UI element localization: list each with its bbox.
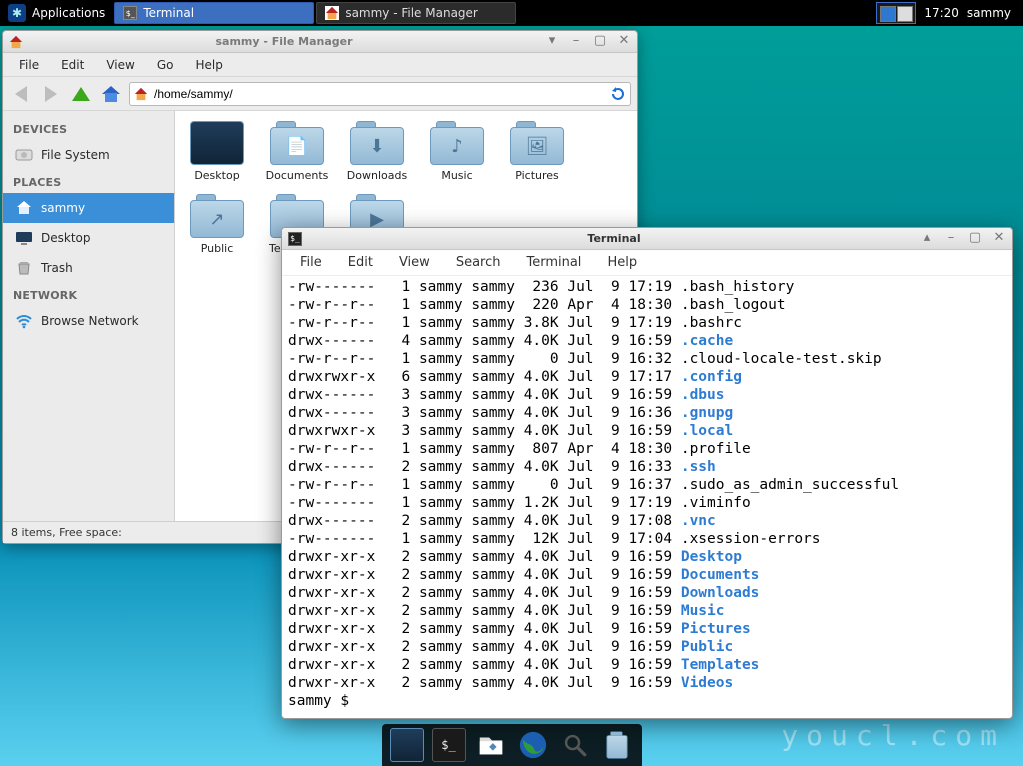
user-menu[interactable]: sammy bbox=[967, 6, 1015, 20]
workspace-switcher[interactable] bbox=[876, 2, 916, 24]
terminal-window: $_ Terminal ▴ – ▢ ✕ FileEditViewSearchTe… bbox=[281, 227, 1013, 719]
term-close-button[interactable]: ✕ bbox=[992, 232, 1006, 246]
dock-home-folder[interactable] bbox=[600, 728, 634, 762]
fm-menu-go[interactable]: Go bbox=[147, 56, 184, 74]
fm-close-button[interactable]: ✕ bbox=[617, 35, 631, 49]
folder-icon: 📄 bbox=[270, 121, 324, 165]
wifi-icon bbox=[15, 312, 33, 330]
bottom-dock: $_ bbox=[382, 724, 642, 766]
taskbar-item-label: Terminal bbox=[143, 6, 194, 20]
sidebar-item-label: Desktop bbox=[41, 231, 91, 245]
folder-icon: 🖼 bbox=[510, 121, 564, 165]
term-title: Terminal bbox=[308, 232, 920, 245]
term-menu-edit[interactable]: Edit bbox=[336, 252, 385, 273]
xfce-logo-icon: ✱ bbox=[8, 4, 26, 22]
term-menu-help[interactable]: Help bbox=[595, 252, 649, 273]
sidebar-item-label: Trash bbox=[41, 261, 73, 275]
applications-label: Applications bbox=[32, 6, 105, 20]
folder-public[interactable]: ↗ Public bbox=[183, 194, 251, 255]
sidebar-item-sammy[interactable]: sammy bbox=[3, 193, 174, 223]
dock-show-desktop[interactable] bbox=[390, 728, 424, 762]
folder-label: Pictures bbox=[515, 169, 559, 182]
folder-downloads[interactable]: ⬇ Downloads bbox=[343, 121, 411, 182]
sidebar-item-label: Browse Network bbox=[41, 314, 139, 328]
fm-toolbar bbox=[3, 77, 637, 111]
folder-music[interactable]: ♪ Music bbox=[423, 121, 491, 182]
clock: 17:20 bbox=[924, 6, 959, 20]
nav-back-button[interactable] bbox=[9, 82, 33, 106]
trash-icon bbox=[15, 259, 33, 277]
nav-home-button[interactable] bbox=[99, 82, 123, 106]
taskbar-item-0[interactable]: $_ Terminal bbox=[114, 2, 314, 24]
sidebar-head-devices: DEVICES bbox=[3, 117, 174, 140]
term-maximize-button[interactable]: ▢ bbox=[968, 232, 982, 246]
term-menu-file[interactable]: File bbox=[288, 252, 334, 273]
term-menu-terminal[interactable]: Terminal bbox=[514, 252, 593, 273]
folder-label: Desktop bbox=[194, 169, 239, 182]
fm-menubar: FileEditViewGoHelp bbox=[3, 53, 637, 77]
sidebar-item-browse-network[interactable]: Browse Network bbox=[3, 306, 174, 336]
term-roll-button[interactable]: ▴ bbox=[920, 232, 934, 246]
location-bar bbox=[129, 82, 631, 106]
folder-label: Public bbox=[201, 242, 234, 255]
term-menu-view[interactable]: View bbox=[387, 252, 442, 273]
nav-forward-button[interactable] bbox=[39, 82, 63, 106]
taskbar-item-1[interactable]: sammy - File Manager bbox=[316, 2, 516, 24]
terminal-output[interactable]: -rw------- 1 sammy sammy 236 Jul 9 17:19… bbox=[282, 276, 1012, 718]
sidebar-head-network: NETWORK bbox=[3, 283, 174, 306]
folder-desktop[interactable]: Desktop bbox=[183, 121, 251, 182]
dock-file-manager[interactable] bbox=[474, 728, 508, 762]
fm-titlebar[interactable]: sammy - File Manager ▾ – ▢ ✕ bbox=[3, 31, 637, 53]
fm-menu-view[interactable]: View bbox=[96, 56, 144, 74]
dock-web-browser[interactable] bbox=[516, 728, 550, 762]
system-tray: 17:20 sammy bbox=[868, 0, 1023, 26]
taskbar: $_ Terminal sammy - File Manager bbox=[113, 0, 517, 26]
fm-menu-help[interactable]: Help bbox=[185, 56, 232, 74]
sidebar-item-trash[interactable]: Trash bbox=[3, 253, 174, 283]
fm-menu-edit[interactable]: Edit bbox=[51, 56, 94, 74]
folder-label: Downloads bbox=[347, 169, 407, 182]
folder-icon bbox=[190, 121, 244, 165]
fm-minimize-button[interactable]: – bbox=[569, 35, 583, 49]
sidebar-item-label: File System bbox=[41, 148, 110, 162]
top-panel: ✱ Applications $_ Terminal sammy - File Ma… bbox=[0, 0, 1023, 26]
folder-label: Music bbox=[441, 169, 472, 182]
home-icon bbox=[9, 35, 23, 49]
home-icon bbox=[325, 6, 339, 20]
term-titlebar[interactable]: $_ Terminal ▴ – ▢ ✕ bbox=[282, 228, 1012, 250]
dock-app-finder[interactable] bbox=[558, 728, 592, 762]
term-menubar: FileEditViewSearchTerminalHelp bbox=[282, 250, 1012, 276]
terminal-icon: $_ bbox=[123, 6, 137, 20]
applications-menu[interactable]: ✱ Applications bbox=[0, 0, 113, 26]
folder-documents[interactable]: 📄 Documents bbox=[263, 121, 331, 182]
fm-maximize-button[interactable]: ▢ bbox=[593, 35, 607, 49]
term-minimize-button[interactable]: – bbox=[944, 232, 958, 246]
disk-icon bbox=[15, 146, 33, 164]
sidebar-item-file-system[interactable]: File System bbox=[3, 140, 174, 170]
sidebar-head-places: PLACES bbox=[3, 170, 174, 193]
folder-icon: ↗ bbox=[190, 194, 244, 238]
home-icon bbox=[134, 87, 148, 101]
term-menu-search[interactable]: Search bbox=[444, 252, 513, 273]
folder-icon: ♪ bbox=[430, 121, 484, 165]
fm-roll-button[interactable]: ▾ bbox=[545, 35, 559, 49]
desktop-icon bbox=[15, 229, 33, 247]
folder-pictures[interactable]: 🖼 Pictures bbox=[503, 121, 571, 182]
folder-icon: ⬇ bbox=[350, 121, 404, 165]
watermark: youcl.com bbox=[781, 719, 1005, 752]
sidebar-item-desktop[interactable]: Desktop bbox=[3, 223, 174, 253]
folder-label: Documents bbox=[266, 169, 329, 182]
refresh-button[interactable] bbox=[610, 86, 626, 102]
nav-up-button[interactable] bbox=[69, 82, 93, 106]
path-input[interactable] bbox=[154, 87, 604, 101]
fm-title: sammy - File Manager bbox=[31, 35, 537, 48]
taskbar-item-label: sammy - File Manager bbox=[345, 6, 478, 20]
dock-terminal[interactable]: $_ bbox=[432, 728, 466, 762]
fm-menu-file[interactable]: File bbox=[9, 56, 49, 74]
sidebar-item-label: sammy bbox=[41, 201, 85, 215]
terminal-icon: $_ bbox=[288, 232, 302, 246]
home-icon bbox=[15, 199, 33, 217]
fm-sidebar: DEVICES File System PLACES sammy Desktop T… bbox=[3, 111, 175, 521]
